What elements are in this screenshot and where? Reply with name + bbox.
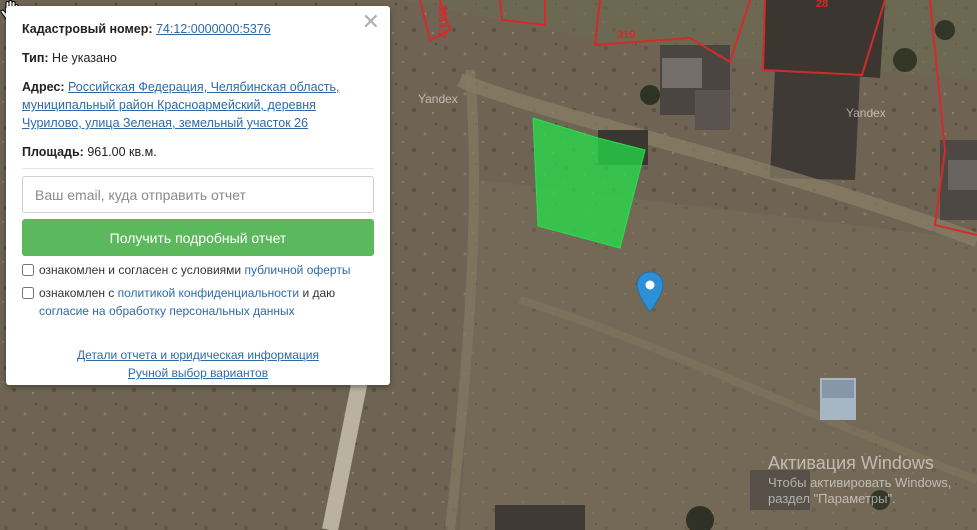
manual-selection-link[interactable]: Ручной выбор вариантов — [128, 364, 268, 382]
yandex-watermark: Yandex — [418, 92, 458, 106]
parcel-number-label: 319 — [617, 29, 636, 41]
cadastral-number-row: Кадастровый номер: 74:12:0000000:5376 — [22, 20, 374, 38]
offer-consent-checkbox[interactable] — [22, 264, 34, 276]
email-input[interactable] — [22, 176, 374, 213]
address-link[interactable]: Российская Федерация, Челябинская област… — [22, 80, 339, 130]
area-label: Площадь: — [22, 145, 84, 159]
offer-consent-text: ознакомлен и согласен с условиями — [39, 263, 242, 277]
activation-line: раздел "Параметры". — [768, 490, 896, 506]
popup-footer-links: Детали отчета и юридическая информация Р… — [22, 346, 374, 382]
parcel-number-label: 28 — [816, 0, 829, 10]
offer-consent-row: ознакомлен и согласен с условиями публич… — [22, 261, 374, 279]
windows-activation-watermark: Активация Windows Чтобы активировать Win… — [768, 452, 951, 507]
activation-line: Чтобы активировать Windows, — [768, 474, 952, 490]
privacy-consent-text: ознакомлен с — [39, 286, 115, 300]
data-processing-consent-link[interactable]: согласие на обработку персональных данны… — [39, 304, 295, 318]
area-value: 961.00 кв.м. — [87, 145, 157, 159]
address-row: Адрес: Российская Федерация, Челябинская… — [22, 78, 374, 132]
close-icon[interactable]: ✕ — [362, 12, 380, 34]
activation-title: Активация Windows — [768, 453, 934, 473]
privacy-consent-and: и даю — [302, 286, 336, 300]
yandex-watermark: Yandex — [846, 106, 886, 120]
type-row: Тип: Не указано — [22, 49, 374, 67]
privacy-consent-row: ознакомлен с политикой конфиденциальност… — [22, 284, 374, 320]
address-label: Адрес: — [22, 80, 65, 94]
report-details-link[interactable]: Детали отчета и юридическая информация — [77, 346, 319, 364]
divider — [22, 168, 374, 169]
cadastral-number-link[interactable]: 74:12:0000000:5376 — [156, 22, 271, 36]
cadastral-label: Кадастровый номер: — [22, 22, 153, 36]
parcel-number-label: 3664:2 — [436, 4, 448, 39]
privacy-consent-checkbox[interactable] — [22, 287, 34, 299]
parcel-info-popup: ✕ Кадастровый номер: 74:12:0000000:5376 … — [6, 6, 390, 385]
privacy-policy-link[interactable]: политикой конфиденциальности — [118, 286, 299, 300]
public-offer-link[interactable]: публичной оферты — [244, 263, 350, 277]
type-value: Не указано — [52, 51, 117, 65]
type-label: Тип: — [22, 51, 49, 65]
area-row: Площадь: 961.00 кв.м. — [22, 143, 374, 161]
get-report-button[interactable]: Получить подробный отчет — [22, 219, 374, 256]
map-pin-icon[interactable] — [636, 271, 664, 313]
